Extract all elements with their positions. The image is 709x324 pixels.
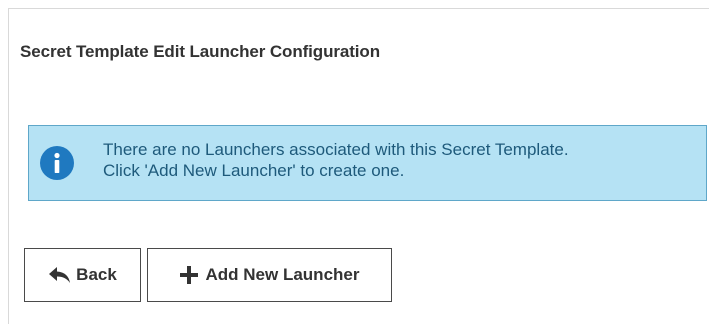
alert-message-line-2: Click 'Add New Launcher' to create one. [103, 161, 405, 180]
info-alert: There are no Launchers associated with t… [28, 125, 707, 201]
alert-message-line-1: There are no Launchers associated with t… [103, 140, 569, 159]
back-button-label: Back [76, 265, 117, 284]
add-new-launcher-label: Add New Launcher [205, 265, 360, 284]
alert-message: There are no Launchers associated with t… [103, 139, 569, 181]
plus-icon [179, 266, 198, 284]
add-new-launcher-button[interactable]: Add New Launcher [147, 248, 392, 302]
reply-arrow-icon [48, 266, 72, 284]
page-title: Secret Template Edit Launcher Configurat… [20, 42, 380, 61]
info-icon [40, 146, 74, 180]
back-button[interactable]: Back [24, 248, 141, 302]
